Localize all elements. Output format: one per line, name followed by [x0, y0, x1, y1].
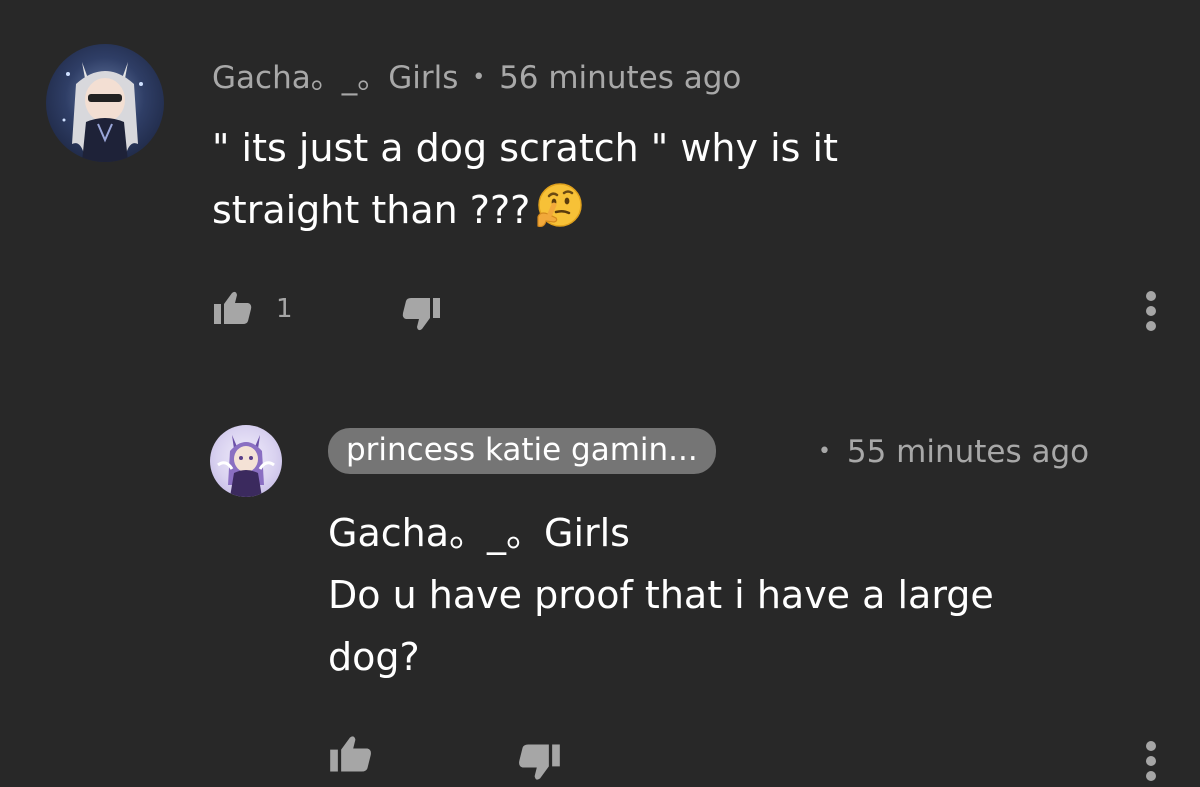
more-vertical-icon[interactable] [1143, 740, 1159, 782]
reply-time[interactable]: 55 minutes ago [847, 434, 1089, 470]
reply-author-pill[interactable]: princess katie gamin... [328, 428, 716, 474]
thumbs-up-icon[interactable] [328, 734, 374, 774]
comment-time[interactable]: 56 minutes ago [499, 60, 741, 96]
comment-text-line-1: " its just a dog scratch " why is it [212, 126, 838, 170]
reply-meta: • 55 minutes ago [818, 434, 1089, 470]
comment-meta: Gacha。_。Girls • 56 minutes ago [212, 52, 741, 97]
thinking-face-icon [537, 183, 583, 228]
meta-separator: • [472, 65, 486, 90]
comment-text-line-2: straight than ??? [212, 179, 1112, 241]
comments-thread: Gacha。_。Girls • 56 minutes ago " its jus… [0, 0, 1200, 787]
reply-text-line-1: Do u have proof that i have a large [328, 573, 994, 617]
thumbs-up-icon[interactable] [212, 290, 254, 326]
commenter-avatar[interactable] [46, 44, 164, 162]
thumbs-down-icon[interactable] [516, 742, 562, 782]
like-count: 1 [276, 294, 293, 324]
reply-mention[interactable]: Gacha。_。Girls [328, 502, 1168, 564]
thumbs-down-icon[interactable] [400, 296, 442, 332]
comment-author[interactable]: Gacha。_。Girls [212, 60, 458, 96]
reply-text-line-2: dog? [328, 635, 420, 679]
more-vertical-icon[interactable] [1143, 290, 1159, 332]
meta-separator: • [818, 439, 831, 464]
reply-avatar[interactable] [210, 425, 282, 497]
reply-text: Gacha。_。Girls Do u have proof that i hav… [328, 502, 1168, 688]
comment-text-line-2-text: straight than ??? [212, 188, 531, 232]
comment-text: " its just a dog scratch " why is it str… [212, 117, 1112, 241]
